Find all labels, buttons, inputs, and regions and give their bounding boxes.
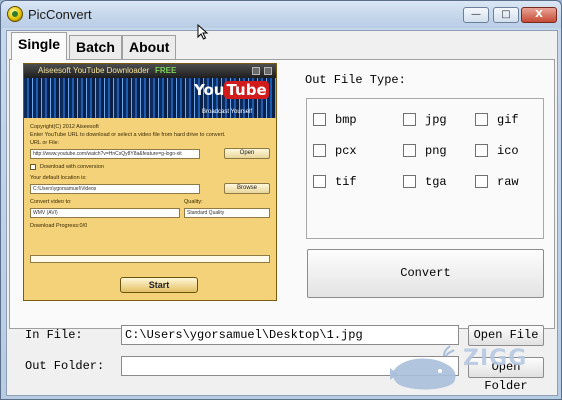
gif-checkbox[interactable] (475, 113, 488, 126)
png-checkbox[interactable] (403, 144, 416, 157)
jpg-checkbox[interactable] (403, 113, 416, 126)
preview-location-label: Your default location is: (30, 175, 87, 181)
window-title: PicConvert (28, 7, 92, 22)
app-window: PicConvert — □ X Single Batch About Aise… (0, 0, 562, 400)
convert-button[interactable]: Convert (307, 249, 544, 298)
preview-instruction: Enter YouTube URL to download or select … (30, 132, 226, 138)
client-area: Single Batch About Aiseesoft YouTube Dow… (6, 30, 558, 396)
tab-about[interactable]: About (122, 35, 177, 59)
preview-location-field: C:\Users\ygorsamuel\Videos (30, 184, 200, 194)
open-folder-button[interactable]: Open Folder (468, 357, 544, 393)
preview-body: Copyright(C) 2012 Aiseesoft Enter YouTub… (24, 118, 276, 300)
tga-checkbox[interactable] (403, 175, 416, 188)
pcx-checkbox[interactable] (313, 144, 326, 157)
minimize-button[interactable]: — (463, 7, 489, 23)
tab-batch[interactable]: Batch (69, 35, 122, 59)
close-button[interactable]: X (521, 7, 557, 23)
preview-free-badge: FREE (155, 66, 177, 75)
ico-checkbox[interactable] (475, 144, 488, 157)
preview-url-label: URL or File: (30, 140, 60, 146)
image-preview: Aiseesoft YouTube Downloader FREE You Tub… (23, 63, 277, 301)
preview-app-title: Aiseesoft YouTube Downloader (38, 66, 150, 75)
in-file-label: In File: (25, 328, 83, 342)
bmp-checkbox[interactable] (313, 113, 326, 126)
in-file-input[interactable]: C:\Users\ygorsamuel\Desktop\1.jpg (121, 325, 459, 345)
preview-download-conversion: Download with conversion (40, 164, 104, 170)
youtube-slogan: Broadcast Yourself (202, 109, 253, 115)
preview-convert-select: WMV (AVI) (30, 208, 180, 218)
preview-browse-button: Browse (224, 183, 270, 194)
preview-progress-label: Download Progress:0/0 (30, 223, 88, 229)
out-folder-label: Out Folder: (25, 359, 105, 373)
preview-close-icon (264, 67, 272, 75)
tif-checkbox[interactable] (313, 175, 326, 188)
preview-copyright: Copyright(C) 2012 Aiseesoft (30, 124, 99, 130)
preview-progress-bar (30, 255, 270, 263)
tab-single[interactable]: Single (11, 32, 68, 60)
preview-checkbox (30, 164, 36, 170)
preview-quality-label: Quality: (184, 199, 203, 205)
preview-url-field: http://www.youtube.com/watch?v=HnCsQy8Y8… (30, 149, 200, 159)
out-folder-input[interactable] (121, 356, 459, 376)
preview-open-button: Open (224, 148, 270, 159)
preview-minimize-icon (252, 67, 260, 75)
open-file-button[interactable]: Open File (468, 325, 544, 346)
preview-quality-select: Standard Quality (184, 208, 270, 218)
out-file-type-label: Out File Type: (305, 73, 406, 87)
title-bar[interactable]: PicConvert — □ X (1, 1, 561, 28)
maximize-button[interactable]: □ (493, 7, 519, 23)
app-icon (7, 6, 23, 22)
preview-convert-label: Convert video to: (30, 199, 72, 205)
preview-start-button: Start (120, 277, 198, 293)
preview-titlebar: Aiseesoft YouTube Downloader FREE (24, 64, 276, 78)
raw-checkbox[interactable] (475, 175, 488, 188)
mouse-cursor-icon (197, 24, 209, 40)
youtube-logo: You Tube (194, 81, 269, 99)
